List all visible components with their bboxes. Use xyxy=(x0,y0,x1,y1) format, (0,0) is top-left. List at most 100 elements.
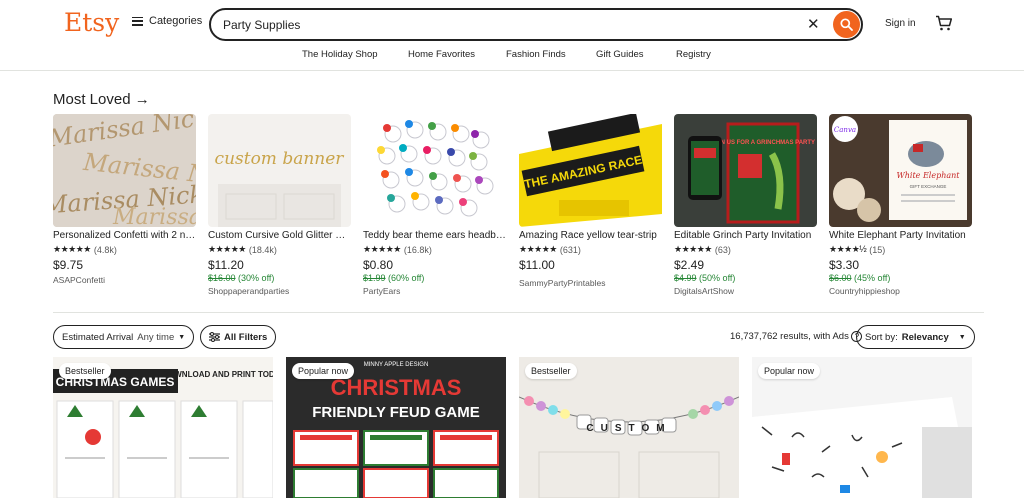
listing-rating: ★★★★★ (4.8k) xyxy=(53,244,196,255)
listing-image[interactable]: White Elephant GIFT EXCHANGE Canva xyxy=(829,114,972,227)
listing-rating: ★★★★★ (63) xyxy=(674,244,817,255)
filter-sliders-icon xyxy=(209,332,220,342)
listing-title[interactable]: Editable Grinch Party Invitation xyxy=(674,230,817,241)
original-price: $4.99 xyxy=(674,273,697,283)
sort-label: Sort by: xyxy=(865,331,898,343)
listing-price: $2.49 xyxy=(674,258,705,272)
arrival-value: Any time xyxy=(137,331,175,343)
search-icon xyxy=(840,18,853,31)
listing-card[interactable]: custom banner Custom Cursive Gold Glitte… xyxy=(208,114,351,296)
listing-price: $3.30 xyxy=(829,258,860,272)
listing-image[interactable]: JOIN US FOR A GRINCHMAS PARTY xyxy=(674,114,817,227)
listing-rating: ★★★★★ (16.8k) xyxy=(363,244,506,255)
listing-image[interactable] xyxy=(363,114,506,227)
menu-icon xyxy=(132,16,143,26)
shop-name: DigitalsArtShow xyxy=(674,286,734,296)
sale-info: $1.99 (60% off) xyxy=(363,273,506,283)
sale-info: $16.00 (30% off) xyxy=(208,273,351,283)
all-filters-label: All Filters xyxy=(224,331,268,343)
star-rating-icon: ★★★★★ xyxy=(53,244,91,254)
caret-down-icon: ▼ xyxy=(958,333,966,341)
star-rating-icon: ★★★★½ xyxy=(829,244,867,254)
nav-holiday-shop[interactable]: The Holiday Shop xyxy=(302,49,378,60)
shop-name: Shoppaperandparties xyxy=(208,286,290,296)
header: Etsy Categories ✕ Sign in xyxy=(0,0,1024,48)
bestseller-badge: Bestseller xyxy=(525,363,577,379)
grid-listing[interactable]: Popular now xyxy=(752,357,972,498)
listing-card[interactable]: THE AMAZING RACE Amazing Race yellow tea… xyxy=(519,114,662,288)
top-nav: The Holiday Shop Home Favorites Fashion … xyxy=(0,49,1024,69)
clear-icon[interactable]: ✕ xyxy=(807,15,820,33)
original-price: $6.00 xyxy=(829,273,852,283)
sign-in-link[interactable]: Sign in xyxy=(885,18,916,29)
shop-name: SammyPartyPrintables xyxy=(519,278,606,288)
sale-info: $4.99 (50% off) xyxy=(674,273,817,283)
grid-listing[interactable]: CUSTOM Bestseller xyxy=(519,357,739,498)
listing-image[interactable]: THE AMAZING RACE xyxy=(519,114,662,227)
nav-registry[interactable]: Registry xyxy=(676,49,711,60)
review-count: (16.8k) xyxy=(403,244,432,255)
arrival-label: Estimated Arrival xyxy=(62,331,134,343)
section-divider xyxy=(53,312,984,313)
listing-title[interactable]: Amazing Race yellow tear-strip xyxy=(519,230,662,241)
svg-text:FRIENDLY FEUD GAME: FRIENDLY FEUD GAME xyxy=(312,404,480,421)
grid-listing[interactable]: CHRISTMAS GAMES DOWNLOAD AND PRINT TODAY… xyxy=(53,357,273,498)
svg-text:MINNY APPLE DESIGN: MINNY APPLE DESIGN xyxy=(364,362,429,368)
caret-down-icon: ▼ xyxy=(178,333,186,341)
svg-text:custom banner: custom banner xyxy=(215,149,345,169)
etsy-logo[interactable]: Etsy xyxy=(64,8,119,37)
listing-card[interactable]: Marissa Nick Marissa Nick Marissa Nick M… xyxy=(53,114,196,285)
results-count: 16,737,762 results, with Ads ? xyxy=(730,331,863,342)
categories-button[interactable]: Categories xyxy=(132,15,202,27)
sort-value: Relevancy xyxy=(901,331,949,343)
all-filters-button[interactable]: All Filters xyxy=(200,325,277,349)
popular-now-badge: Popular now xyxy=(292,363,355,379)
review-count: (4.8k) xyxy=(93,244,117,255)
most-loved-heading[interactable]: Most Loved → xyxy=(53,91,150,108)
svg-text:GIFT EXCHANGE: GIFT EXCHANGE xyxy=(910,184,947,189)
nav-gift-guides[interactable]: Gift Guides xyxy=(596,49,644,60)
star-rating-icon: ★★★★★ xyxy=(363,244,401,254)
canva-logo: Canva xyxy=(834,126,856,134)
review-count: (15) xyxy=(869,244,886,255)
cart-icon[interactable] xyxy=(935,15,953,31)
search-button[interactable] xyxy=(833,11,860,38)
original-price: $16.00 xyxy=(208,273,236,283)
grid-listing[interactable]: MINNY APPLE DESIGN CHRISTMAS FRIENDLY FE… xyxy=(286,357,506,498)
discount: (50% off) xyxy=(699,273,736,283)
nav-fashion-finds[interactable]: Fashion Finds xyxy=(506,49,566,60)
listing-title[interactable]: Teddy bear theme ears headband xyxy=(363,230,506,241)
svg-text:JOIN US FOR A GRINCHMAS PARTY: JOIN US FOR A GRINCHMAS PARTY xyxy=(711,140,815,146)
bestseller-badge: Bestseller xyxy=(59,363,111,379)
discount: (60% off) xyxy=(388,273,425,283)
nav-home-favorites[interactable]: Home Favorites xyxy=(408,49,475,60)
svg-text:White Elephant: White Elephant xyxy=(897,171,961,180)
review-count: (18.4k) xyxy=(248,244,277,255)
listing-image[interactable]: Marissa Nick Marissa Nick Marissa Nick M… xyxy=(53,114,196,227)
shop-name: PartyEars xyxy=(363,286,401,296)
review-count: (631) xyxy=(559,244,581,255)
svg-text:Marissa Nick: Marissa Nick xyxy=(112,205,196,227)
listing-rating: ★★★★★ (18.4k) xyxy=(208,244,351,255)
listing-title[interactable]: White Elephant Party Invitation xyxy=(829,230,972,241)
search-bar: ✕ xyxy=(209,8,863,41)
listing-image[interactable]: custom banner xyxy=(208,114,351,227)
estimated-arrival-filter[interactable]: Estimated Arrival Any time ▼ xyxy=(53,325,195,349)
listing-price: $11.20 xyxy=(208,258,244,272)
listing-title[interactable]: Custom Cursive Gold Glitter Banner xyxy=(208,230,351,241)
svg-text:CUSTOM: CUSTOM xyxy=(586,423,671,434)
popular-now-badge: Popular now xyxy=(758,363,821,379)
star-rating-icon: ★★★★★ xyxy=(519,244,557,254)
listing-card[interactable]: JOIN US FOR A GRINCHMAS PARTY Editable G… xyxy=(674,114,817,296)
sort-dropdown[interactable]: Sort by: Relevancy ▼ xyxy=(856,325,975,349)
listing-title[interactable]: Personalized Confetti with 2 names xyxy=(53,230,196,241)
discount: (45% off) xyxy=(854,273,891,283)
listing-card[interactable]: Teddy bear theme ears headband ★★★★★ (16… xyxy=(363,114,506,296)
search-input[interactable] xyxy=(223,16,783,34)
svg-text:DOWNLOAD AND PRINT TODAY!: DOWNLOAD AND PRINT TODAY! xyxy=(162,370,273,379)
listing-card[interactable]: White Elephant GIFT EXCHANGE Canva White… xyxy=(829,114,972,296)
shop-name: Countryhippieshop xyxy=(829,286,900,296)
listing-rating: ★★★★★ (631) xyxy=(519,244,662,255)
sale-info: $6.00 (45% off) xyxy=(829,273,972,283)
original-price: $1.99 xyxy=(363,273,386,283)
